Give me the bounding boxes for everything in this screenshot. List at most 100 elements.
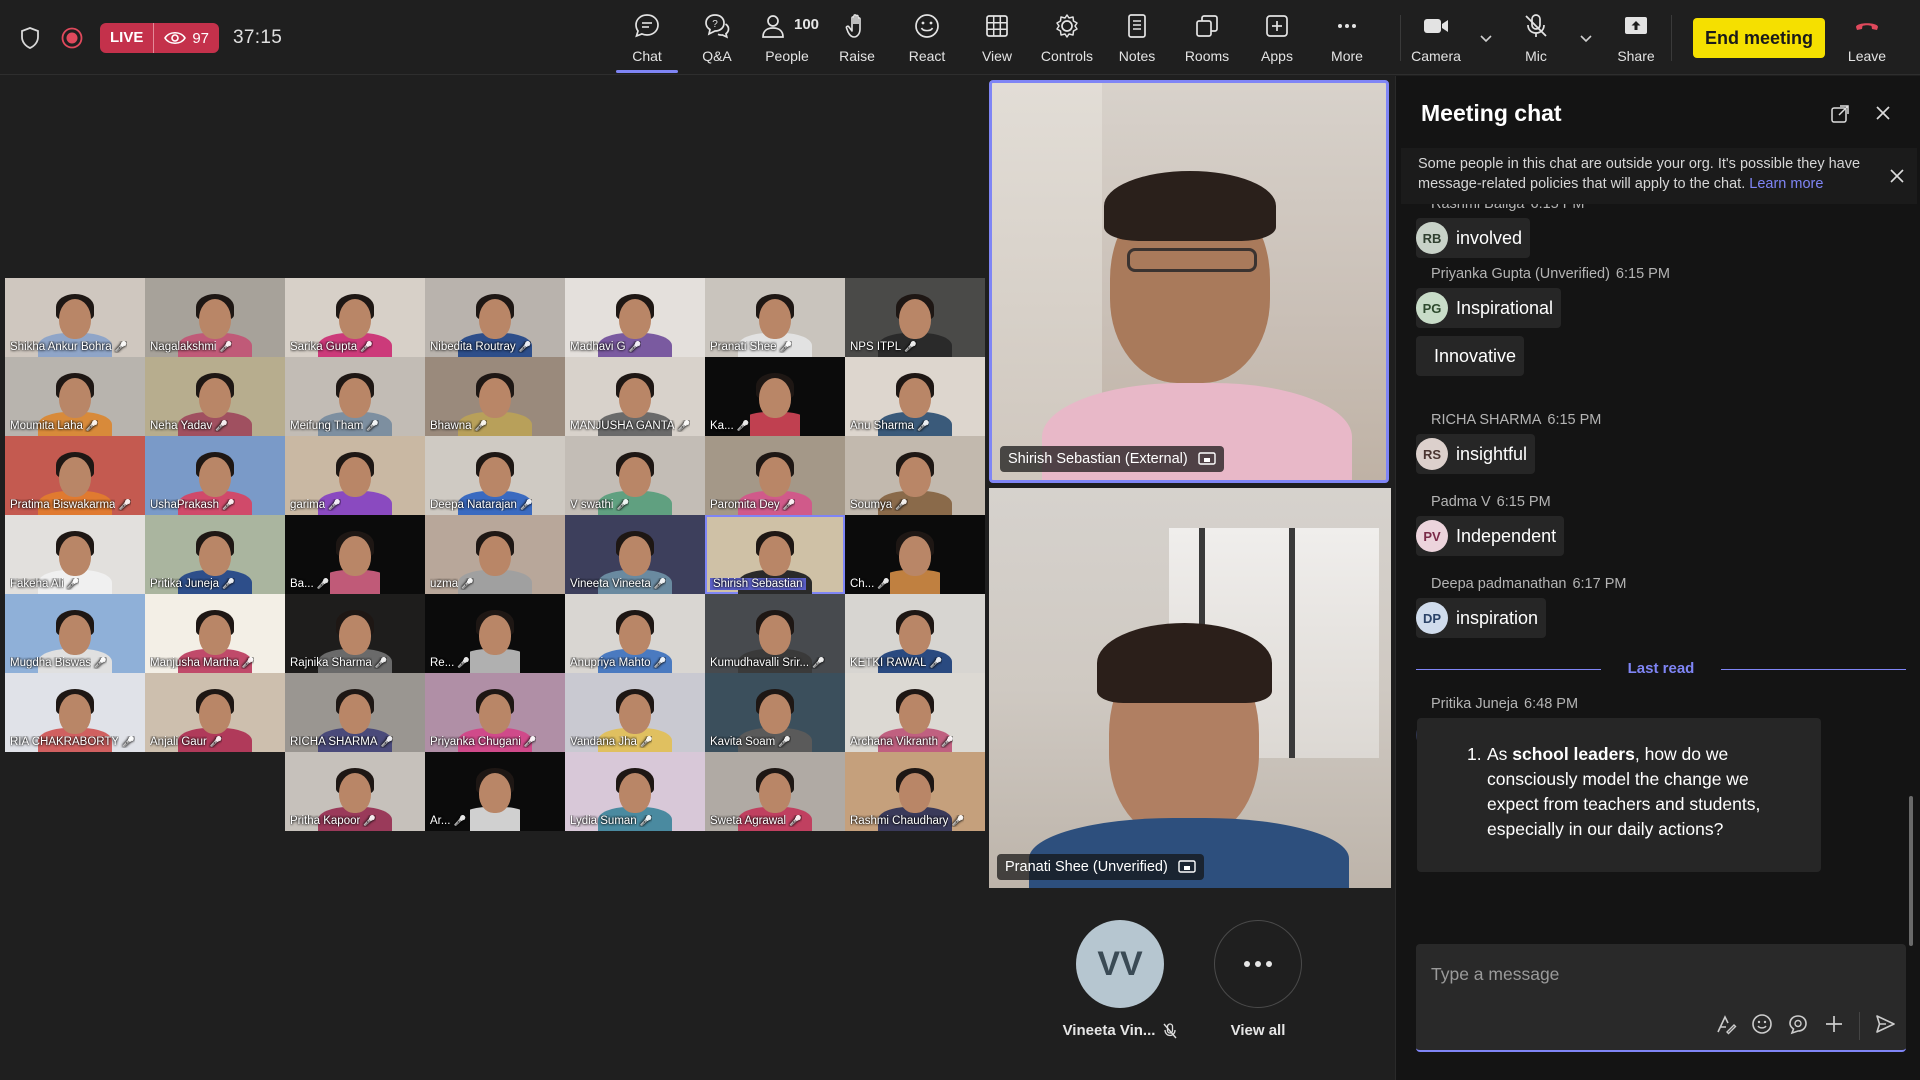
camera-button[interactable]: Camera [1401, 0, 1471, 75]
participant-tile[interactable]: Rashmi Chaudhary 🎤 [845, 752, 985, 831]
format-icon[interactable] [1715, 1013, 1737, 1040]
participant-tile[interactable]: Anjali Gaur 🎤 [145, 673, 285, 752]
people-button[interactable]: 100 People [752, 0, 822, 75]
mic-button[interactable]: Mic [1501, 0, 1571, 75]
recording-icon[interactable] [58, 24, 86, 52]
emoji-icon[interactable] [1751, 1013, 1773, 1040]
active-speaker-video[interactable]: Shirish Sebastian (External) [989, 80, 1389, 483]
participant-tile[interactable]: Nibedita Routray 🎤 [425, 278, 565, 357]
pop-out-icon[interactable] [1830, 104, 1850, 129]
send-icon[interactable] [1874, 1013, 1896, 1040]
participant-tile[interactable]: Madhavi G 🎤 [565, 278, 705, 357]
participant-name: Anu Sharma 🎤 [850, 420, 929, 432]
share-button[interactable]: Share [1601, 0, 1671, 75]
participant-tile[interactable]: Pranati Shee 🎤 [705, 278, 845, 357]
participant-tile[interactable]: Paromita Dey 🎤 [705, 436, 845, 515]
participant-tile[interactable]: Shirish Sebastian [705, 515, 845, 594]
participant-name-text: Mugdha Biswas [10, 657, 92, 669]
shield-icon[interactable] [16, 24, 44, 52]
participant-tile[interactable]: Ch... 🎤 [845, 515, 985, 594]
participant-tile[interactable]: RICHA SHARMA 🎤 [285, 673, 425, 752]
participant-tile[interactable]: RIA CHAKRABORTY 🎤 [5, 673, 145, 752]
participant-tile[interactable]: Rajnika Sharma 🎤 [285, 594, 425, 673]
notes-button[interactable]: Notes [1102, 0, 1172, 75]
participant-video-face [59, 377, 91, 418]
participant-tile[interactable]: Archana Vikranth 🎤 [845, 673, 985, 752]
participant-tile[interactable]: Sarika Gupta 🎤 [285, 278, 425, 357]
chat-button[interactable]: Chat [612, 0, 682, 75]
participant-tile[interactable]: V swathi 🎤 [565, 436, 705, 515]
participant-tile[interactable]: Nagalakshmi 🎤 [145, 278, 285, 357]
close-icon[interactable] [1874, 104, 1892, 127]
participant-tile[interactable]: Kumudhavalli Srir... 🎤 [705, 594, 845, 673]
participant-tile[interactable]: Fakeha Ali 🎤 [5, 515, 145, 594]
view-button[interactable]: View [962, 0, 1032, 75]
participant-tile[interactable]: Ba... 🎤 [285, 515, 425, 594]
controls-button[interactable]: Controls [1032, 0, 1102, 75]
message-composer[interactable]: Type a message [1416, 944, 1906, 1052]
pinned-participant[interactable]: VV Vineeta Vin... [1055, 920, 1185, 1039]
participant-tile[interactable]: Pritika Juneja 🎤 [145, 515, 285, 594]
raise-hand-button[interactable]: Raise [822, 0, 892, 75]
participant-tile[interactable]: Mugdha Biswas 🎤 [5, 594, 145, 673]
loop-component-icon[interactable] [1787, 1013, 1809, 1040]
end-meeting-button[interactable]: End meeting [1693, 18, 1825, 58]
participant-name-text: Ka... [710, 420, 734, 432]
participant-name-text: Vineeta Vineeta [570, 578, 651, 590]
learn-more-link[interactable]: Learn more [1749, 176, 1823, 192]
participant-tile[interactable]: Pritha Kapoor 🎤 [285, 752, 425, 831]
participant-tile[interactable]: Re... 🎤 [425, 594, 565, 673]
second-participant-video[interactable]: Pranati Shee (Unverified) [989, 488, 1391, 888]
apps-button[interactable]: Apps [1242, 0, 1312, 75]
participant-name: Sarika Gupta 🎤 [290, 341, 373, 353]
participant-tile[interactable]: Manjusha Martha 🎤 [145, 594, 285, 673]
participant-tile[interactable]: Neha Yadav 🎤 [145, 357, 285, 436]
chat-scrollbar[interactable] [1909, 796, 1913, 946]
compose-input[interactable]: Type a message [1431, 964, 1559, 985]
more-button[interactable]: More [1312, 0, 1382, 75]
participant-tile[interactable]: Kavita Soam 🎤 [705, 673, 845, 752]
participant-name: RICHA SHARMA 🎤 [290, 736, 393, 748]
participant-tile[interactable]: Moumita Laha 🎤 [5, 357, 145, 436]
leave-button[interactable]: Leave [1832, 0, 1902, 75]
participant-tile[interactable]: Anu Sharma 🎤 [845, 357, 985, 436]
rooms-button[interactable]: Rooms [1172, 0, 1242, 75]
participant-tile[interactable]: garima 🎤 [285, 436, 425, 515]
participant-tile[interactable]: Bhawna 🎤 [425, 357, 565, 436]
participant-tile[interactable]: Vineeta Vineeta 🎤 [565, 515, 705, 594]
participant-tile[interactable]: Ka... 🎤 [705, 357, 845, 436]
participant-name-text: Madhavi G [570, 341, 626, 353]
participant-tile[interactable]: Sweta Agrawal 🎤 [705, 752, 845, 831]
avatar: PV [1416, 520, 1448, 552]
mic-off-icon: 🎤 [895, 499, 908, 511]
plus-icon[interactable] [1823, 1013, 1845, 1040]
live-badge[interactable]: LIVE 97 [100, 23, 220, 53]
participant-tile[interactable]: Meifung Tham 🎤 [285, 357, 425, 436]
participant-tile[interactable]: NPS ITPL 🎤 [845, 278, 985, 357]
participant-tile[interactable]: KETKI RAWAL 🎤 [845, 594, 985, 673]
participant-tile[interactable]: Soumya 🎤 [845, 436, 985, 515]
sender-name: Pritika Juneja [1431, 696, 1519, 712]
mic-off-icon [1525, 14, 1547, 37]
participant-tile[interactable]: uzma 🎤 [425, 515, 565, 594]
participant-tile[interactable]: Priyanka Chugani 🎤 [425, 673, 565, 752]
message-time: 6:15 PM [1547, 412, 1602, 428]
react-button[interactable]: React [892, 0, 962, 75]
participant-tile[interactable]: MANJUSHA GANTA 🎤 [565, 357, 705, 436]
close-icon[interactable] [1889, 168, 1905, 190]
mic-options-dropdown[interactable] [1571, 0, 1601, 75]
participant-tile[interactable]: UshaPrakash 🎤 [145, 436, 285, 515]
camera-options-dropdown[interactable] [1471, 0, 1501, 75]
participant-tile[interactable]: Lydia Suman 🎤 [565, 752, 705, 831]
participant-name: Rajnika Sharma 🎤 [290, 657, 387, 669]
participant-tile[interactable]: Deepa Natarajan 🎤 [425, 436, 565, 515]
participant-tile[interactable]: Ar... 🎤 [425, 752, 565, 831]
participant-tile[interactable]: Shikha Ankur Bohra 🎤 [5, 278, 145, 357]
qa-button[interactable]: ? Q&A [682, 0, 752, 75]
participant-tile[interactable]: Vandana Jha 🎤 [565, 673, 705, 752]
mic-off-icon: 🎤 [639, 815, 653, 827]
participant-tile[interactable]: Anupriya Mahto 🎤 [565, 594, 705, 673]
participant-tile[interactable]: Pratima Biswakarma 🎤 [5, 436, 145, 515]
view-all-button[interactable]: View all [1193, 920, 1323, 1039]
participant-name: Pritha Kapoor 🎤 [290, 815, 376, 827]
